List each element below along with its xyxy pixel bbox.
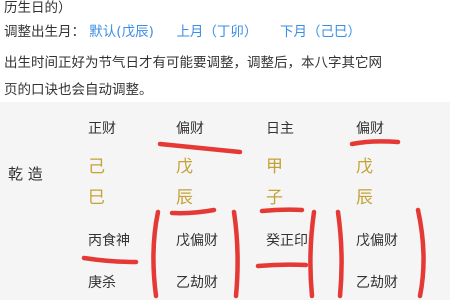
- stem-day: 甲: [266, 157, 283, 177]
- row-label-qianzao: 乾 造: [8, 165, 43, 183]
- branch-day: 子: [266, 188, 283, 208]
- hidden1-day: 癸正印: [266, 233, 308, 249]
- branch-month: 辰: [176, 188, 193, 208]
- next-month-link[interactable]: 下月（己巳）: [280, 24, 361, 40]
- branch-hour: 辰: [356, 188, 373, 208]
- header-hour: 偏财: [356, 121, 384, 137]
- adjust-label: 调整出生月：: [4, 24, 85, 40]
- hidden2-year: 庚杀: [88, 275, 116, 291]
- header-year: 正财: [88, 121, 116, 137]
- hidden2-month: 乙劫财: [176, 275, 218, 291]
- stem-year: 己: [88, 157, 105, 177]
- branch-year: 巳: [88, 188, 105, 208]
- header-day: 日主: [266, 121, 294, 137]
- hidden1-month: 戊偏财: [176, 233, 218, 249]
- hidden1-year: 丙食神: [88, 233, 130, 249]
- note-line-2: 页的口诀也会自动调整。: [4, 82, 153, 98]
- stem-hour: 戊: [356, 157, 373, 177]
- stem-month: 戊: [176, 157, 193, 177]
- adjust-month-row: 调整出生月： 默认(戊辰) 上月（丁卯） 下月（己巳）: [4, 20, 361, 40]
- hidden1-hour: 戊偏财: [356, 233, 398, 249]
- prev-month-link[interactable]: 上月（丁卯）: [176, 24, 257, 40]
- header-month: 偏财: [176, 121, 204, 137]
- intro-section: 历生日的） 调整出生月： 默认(戊辰) 上月（丁卯） 下月（己巳） 出生时间正好…: [0, 0, 450, 98]
- note-line-1: 出生时间正好为节气日才有可能要调整，调整后，本八字其它网: [4, 55, 382, 71]
- default-month-link[interactable]: 默认(戊辰): [89, 24, 154, 40]
- hidden2-hour: 乙劫财: [356, 275, 398, 291]
- intro-line-1: 历生日的）: [4, 0, 72, 16]
